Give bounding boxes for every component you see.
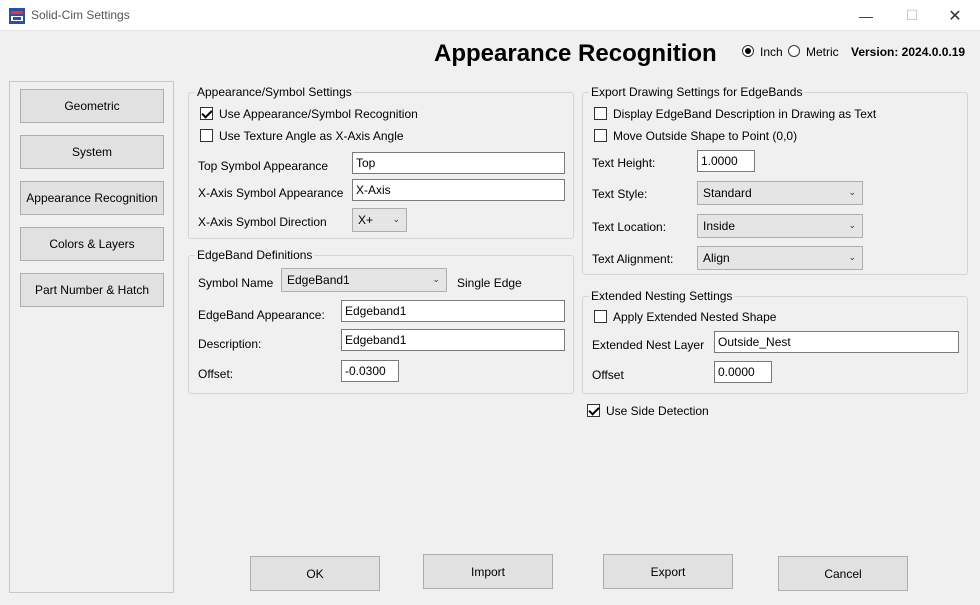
maximize-button[interactable]: ☐ xyxy=(889,0,935,31)
sidebar: Geometric System Appearance Recognition … xyxy=(9,81,174,593)
use-recognition-label: Use Appearance/Symbol Recognition xyxy=(219,107,418,121)
nest-layer-label: Extended Nest Layer xyxy=(592,338,705,352)
nest-offset-label: Offset xyxy=(592,368,624,382)
text-height-label: Text Height: xyxy=(592,156,656,170)
text-location-select[interactable]: Inside ⌄ xyxy=(697,214,863,238)
xaxis-direction-label: X-Axis Symbol Direction xyxy=(198,215,327,229)
symbol-name-select[interactable]: EdgeBand1 ⌄ xyxy=(281,268,447,292)
group-title: EdgeBand Definitions xyxy=(195,248,315,262)
text-alignment-label: Text Alignment: xyxy=(592,252,674,266)
chevron-down-icon: ⌄ xyxy=(848,220,856,230)
metric-label: Metric xyxy=(806,45,839,59)
xaxis-symbol-input[interactable]: X-Axis xyxy=(352,179,565,201)
edgeband-appearance-label: EdgeBand Appearance: xyxy=(198,308,325,322)
chevron-down-icon: ⌄ xyxy=(432,274,440,284)
group-title: Export Drawing Settings for EdgeBands xyxy=(589,85,805,99)
minimize-button[interactable]: — xyxy=(843,0,889,31)
app-icon xyxy=(9,8,25,24)
use-texture-checkbox[interactable] xyxy=(200,129,213,142)
top-symbol-input[interactable]: Top xyxy=(352,152,565,174)
chevron-down-icon: ⌄ xyxy=(848,187,856,197)
move-outside-checkbox[interactable] xyxy=(594,129,607,142)
window-title: Solid-Cim Settings xyxy=(31,8,130,22)
offset-input[interactable]: -0.0300 xyxy=(341,360,399,382)
nest-layer-input[interactable]: Outside_Nest xyxy=(714,331,959,353)
text-style-select[interactable]: Standard ⌄ xyxy=(697,181,863,205)
chevron-down-icon: ⌄ xyxy=(392,214,400,224)
apply-nested-label: Apply Extended Nested Shape xyxy=(613,310,777,324)
version-label: Version: 2024.0.0.19 xyxy=(851,45,966,59)
sidebar-item-geometric[interactable]: Geometric xyxy=(20,89,164,123)
description-input[interactable]: Edgeband1 xyxy=(341,329,565,351)
text-alignment-select[interactable]: Align ⌄ xyxy=(697,246,863,270)
sidebar-item-colors-layers[interactable]: Colors & Layers xyxy=(20,227,164,261)
sidebar-item-system[interactable]: System xyxy=(20,135,164,169)
use-texture-label: Use Texture Angle as X-Axis Angle xyxy=(219,129,404,143)
text-style-label: Text Style: xyxy=(592,187,648,201)
edgeband-appearance-input[interactable]: Edgeband1 xyxy=(341,300,565,322)
inch-radio[interactable] xyxy=(742,45,754,57)
xaxis-direction-select[interactable]: X+ ⌄ xyxy=(352,208,407,232)
symbol-name-value: EdgeBand1 xyxy=(287,273,350,287)
sidebar-item-part-number-hatch[interactable]: Part Number & Hatch xyxy=(20,273,164,307)
export-button[interactable]: Export xyxy=(603,554,733,589)
cancel-button[interactable]: Cancel xyxy=(778,556,908,591)
offset-label: Offset: xyxy=(198,367,234,381)
import-button[interactable]: Import xyxy=(423,554,553,589)
description-label: Description: xyxy=(198,337,262,351)
xaxis-symbol-label: X-Axis Symbol Appearance xyxy=(198,186,344,200)
xaxis-direction-value: X+ xyxy=(358,213,374,227)
group-title: Extended Nesting Settings xyxy=(589,289,735,303)
close-button[interactable]: ✕ xyxy=(932,0,978,31)
nest-offset-input[interactable]: 0.0000 xyxy=(714,361,772,383)
sidebar-item-appearance-recognition[interactable]: Appearance Recognition xyxy=(20,181,164,215)
title-bar: Solid-Cim Settings — ☐ ✕ xyxy=(0,0,980,31)
apply-nested-checkbox[interactable] xyxy=(594,310,607,323)
side-detection-checkbox[interactable] xyxy=(587,404,600,417)
page-title: Appearance Recognition xyxy=(434,40,717,67)
ok-button[interactable]: OK xyxy=(250,556,380,591)
symbol-name-label: Symbol Name xyxy=(198,276,274,290)
display-desc-checkbox[interactable] xyxy=(594,107,607,120)
display-desc-label: Display EdgeBand Description in Drawing … xyxy=(613,107,877,121)
group-title: Appearance/Symbol Settings xyxy=(195,85,354,99)
text-location-label: Text Location: xyxy=(592,220,667,234)
chevron-down-icon: ⌄ xyxy=(848,252,856,262)
top-symbol-label: Top Symbol Appearance xyxy=(198,159,329,173)
text-height-input[interactable]: 1.0000 xyxy=(697,150,755,172)
single-edge-label: Single Edge xyxy=(457,276,522,290)
metric-radio[interactable] xyxy=(788,45,800,57)
side-detection-label: Use Side Detection xyxy=(606,404,709,418)
text-style-value: Standard xyxy=(703,186,752,200)
text-location-value: Inside xyxy=(703,219,736,233)
inch-label: Inch xyxy=(760,45,783,59)
use-recognition-checkbox[interactable] xyxy=(200,107,213,120)
move-outside-label: Move Outside Shape to Point (0,0) xyxy=(613,129,798,143)
text-alignment-value: Align xyxy=(703,251,730,265)
